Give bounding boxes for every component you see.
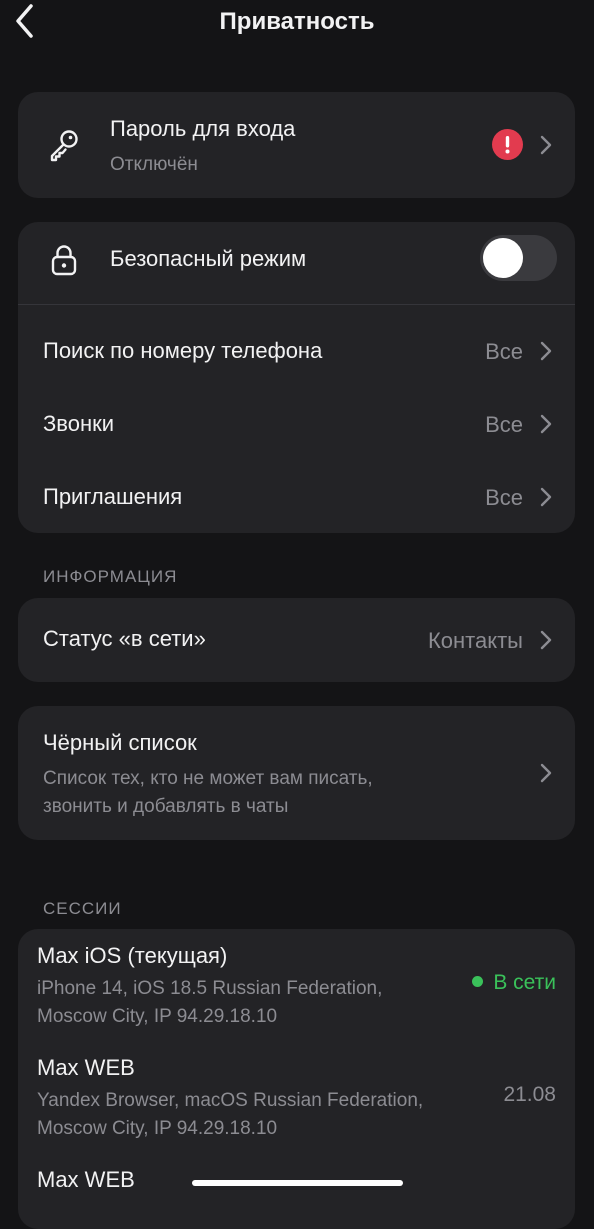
session-details-line2: Moscow City, IP 94.29.18.10	[37, 1006, 278, 1027]
safe-mode-toggle[interactable]	[480, 235, 557, 281]
session-name: Max iOS (текущая)	[37, 943, 228, 968]
online-status-label: Статус «в сети»	[43, 626, 206, 651]
online-status-card: Статус «в сети» Контакты	[18, 598, 575, 682]
page-title: Приватность	[219, 8, 375, 35]
session-details-line2: Moscow City, IP 94.29.18.10	[37, 1118, 278, 1139]
session-details-line1: Yandex Browser, macOS Russian Federation…	[37, 1090, 424, 1111]
chevron-right-icon	[539, 340, 553, 362]
safe-mode-label: Безопасный режим	[110, 246, 307, 271]
calls-label: Звонки	[43, 411, 115, 436]
blacklist-label: Чёрный список	[43, 730, 197, 755]
login-password-row[interactable]: Пароль для входа Отключён	[18, 92, 575, 198]
alert-badge	[492, 129, 523, 160]
session-details-line1: iPhone 14, iOS 18.5 Russian Federation,	[37, 978, 383, 999]
calls-row[interactable]: Звонки Все	[18, 387, 575, 460]
header-bar: Приватность	[0, 0, 594, 48]
blacklist-row[interactable]: Чёрный список Список тех, кто не может в…	[18, 706, 575, 840]
phone-search-value: Все	[485, 339, 523, 364]
session-status: В сети	[472, 971, 556, 995]
phone-search-label: Поиск по номеру телефона	[43, 338, 323, 363]
chevron-right-icon	[539, 486, 553, 508]
key-icon	[46, 127, 82, 163]
online-status-value: Контакты	[427, 628, 523, 653]
chevron-right-icon	[539, 134, 553, 156]
session-item[interactable]: Max iOS (текущая) iPhone 14, iOS 18.5 Ru…	[18, 929, 575, 1041]
blacklist-description-line2: звонить и добавлять в чаты	[43, 796, 289, 817]
invitations-label: Приглашения	[43, 484, 183, 509]
session-status-text: В сети	[493, 971, 556, 994]
divider	[18, 304, 575, 305]
chevron-right-icon	[539, 629, 553, 651]
chevron-right-icon	[539, 413, 553, 435]
session-item[interactable]: Max WEB Yandex Browser, macOS Russian Fe…	[18, 1041, 575, 1153]
login-password-label: Пароль для входа	[110, 116, 296, 141]
blacklist-description-line1: Список тех, кто не может вам писать,	[43, 768, 373, 789]
session-item[interactable]: Max WEB	[18, 1153, 575, 1229]
calls-value: Все	[485, 412, 523, 437]
phone-search-row[interactable]: Поиск по номеру телефона Все	[18, 314, 575, 387]
login-password-status: Отключён	[110, 154, 198, 175]
section-header-information: ИНФОРМАЦИЯ	[43, 567, 178, 586]
password-card: Пароль для входа Отключён	[18, 92, 575, 198]
invitations-value: Все	[485, 485, 523, 510]
invitations-row[interactable]: Приглашения Все	[18, 460, 575, 533]
lock-icon	[46, 242, 82, 278]
session-time: 21.08	[503, 1083, 556, 1106]
blacklist-card: Чёрный список Список тех, кто не может в…	[18, 706, 575, 840]
chevron-right-icon	[539, 762, 553, 784]
section-header-sessions: СЕССИИ	[43, 899, 122, 918]
session-name: Max WEB	[37, 1167, 135, 1192]
online-indicator	[472, 976, 484, 987]
toggle-knob	[483, 238, 523, 278]
home-indicator	[192, 1180, 403, 1186]
session-name: Max WEB	[37, 1055, 135, 1080]
exclamation-icon	[505, 136, 510, 154]
online-status-row[interactable]: Статус «в сети» Контакты	[18, 598, 575, 682]
safe-mode-row: Безопасный режим	[18, 222, 575, 304]
privacy-card: Безопасный режим Поиск по номеру телефон…	[18, 222, 575, 533]
